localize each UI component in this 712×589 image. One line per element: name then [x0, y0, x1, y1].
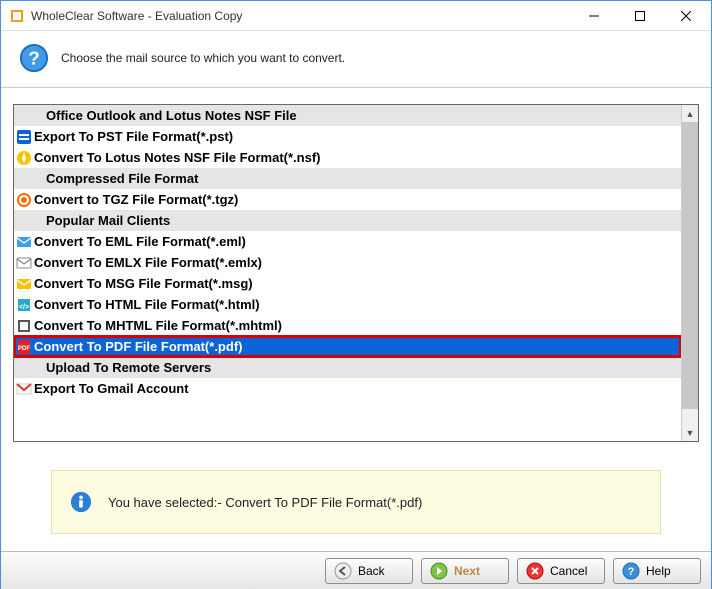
scroll-thumb[interactable]: [682, 122, 698, 409]
list-group-header: Compressed File Format: [14, 168, 681, 189]
header: ? Choose the mail source to which you wa…: [1, 31, 711, 88]
list-item[interactable]: Convert To MSG File Format(*.msg): [14, 273, 681, 294]
list-item-label: Convert To PDF File Format(*.pdf): [34, 339, 242, 354]
next-icon: [430, 562, 448, 580]
window-title: WholeClear Software - Evaluation Copy: [31, 9, 571, 23]
content-area: Office Outlook and Lotus Notes NSF File E…: [1, 88, 711, 450]
format-listbox[interactable]: Office Outlook and Lotus Notes NSF File E…: [13, 104, 699, 442]
scrollbar[interactable]: ▲ ▼: [681, 105, 698, 441]
svg-text:?: ?: [28, 48, 39, 69]
cancel-label: Cancel: [550, 564, 587, 578]
list-item-label: Convert To EML File Format(*.eml): [34, 234, 246, 249]
list-item-label: Convert To EMLX File Format(*.emlx): [34, 255, 262, 270]
app-icon: [9, 8, 25, 24]
back-button[interactable]: Back: [325, 558, 413, 584]
list-item-label: Upload To Remote Servers: [46, 360, 211, 375]
list-group-header: Upload To Remote Servers: [14, 357, 681, 378]
pdf-icon: PDF: [16, 339, 32, 355]
info-icon: [70, 491, 92, 513]
list-group-header: Office Outlook and Lotus Notes NSF File: [14, 105, 681, 126]
gmail-icon: [16, 381, 32, 397]
status-box: You have selected:- Convert To PDF File …: [51, 470, 661, 534]
list-item-label: Popular Mail Clients: [46, 213, 170, 228]
cancel-button[interactable]: Cancel: [517, 558, 605, 584]
header-prompt: Choose the mail source to which you want…: [61, 51, 345, 65]
status-text: You have selected:- Convert To PDF File …: [108, 495, 422, 510]
scroll-up-button[interactable]: ▲: [682, 105, 698, 122]
list-item[interactable]: Export To Gmail Account: [14, 378, 681, 399]
list-item[interactable]: Convert To MHTML File Format(*.mhtml): [14, 315, 681, 336]
svg-text:PDF: PDF: [18, 346, 30, 352]
html-icon: </>: [16, 297, 32, 313]
list-group-header: Popular Mail Clients: [14, 210, 681, 231]
list-item[interactable]: Convert To EML File Format(*.eml): [14, 231, 681, 252]
cancel-icon: [526, 562, 544, 580]
msg-icon: [16, 276, 32, 292]
next-label: Next: [454, 564, 480, 578]
list-item[interactable]: Convert to TGZ File Format(*.tgz): [14, 189, 681, 210]
list-item-label: Convert To MHTML File Format(*.mhtml): [34, 318, 282, 333]
list-item-label: Convert To MSG File Format(*.msg): [34, 276, 253, 291]
list-item[interactable]: Convert To Lotus Notes NSF File Format(*…: [14, 147, 681, 168]
question-icon: ?: [19, 43, 49, 73]
maximize-button[interactable]: [617, 1, 663, 30]
minimize-button[interactable]: [571, 1, 617, 30]
eml-icon: [16, 234, 32, 250]
back-icon: [334, 562, 352, 580]
list-item[interactable]: </> Convert To HTML File Format(*.html): [14, 294, 681, 315]
nsf-icon: [16, 150, 32, 166]
list-item-label: Convert to TGZ File Format(*.tgz): [34, 192, 238, 207]
list-item-label: Convert To Lotus Notes NSF File Format(*…: [34, 150, 321, 165]
list-item-label: Compressed File Format: [46, 171, 198, 186]
list-item-label: Export To Gmail Account: [34, 381, 189, 396]
list-item-label: Convert To HTML File Format(*.html): [34, 297, 260, 312]
help-button[interactable]: ? Help: [613, 558, 701, 584]
titlebar: WholeClear Software - Evaluation Copy: [1, 1, 711, 31]
svg-text:?: ?: [628, 566, 635, 578]
window-controls: [571, 1, 709, 30]
pst-icon: [16, 129, 32, 145]
help-label: Help: [646, 564, 671, 578]
list-item[interactable]: Export To PST File Format(*.pst): [14, 126, 681, 147]
status-area: You have selected:- Convert To PDF File …: [1, 450, 711, 556]
list-item-label: Office Outlook and Lotus Notes NSF File: [46, 108, 297, 123]
svg-text:</>: </>: [19, 304, 29, 311]
mhtml-icon: [16, 318, 32, 334]
help-icon: ?: [622, 562, 640, 580]
list-item[interactable]: PDF Convert To PDF File Format(*.pdf): [14, 336, 681, 357]
list-item[interactable]: Convert To EMLX File Format(*.emlx): [14, 252, 681, 273]
button-bar: Back Next Cancel ? Help: [1, 551, 711, 589]
scroll-down-button[interactable]: ▼: [682, 424, 698, 441]
tgz-icon: [16, 192, 32, 208]
emlx-icon: [16, 255, 32, 271]
close-button[interactable]: [663, 1, 709, 30]
list-item-label: Export To PST File Format(*.pst): [34, 129, 233, 144]
back-label: Back: [358, 564, 385, 578]
next-button[interactable]: Next: [421, 558, 509, 584]
